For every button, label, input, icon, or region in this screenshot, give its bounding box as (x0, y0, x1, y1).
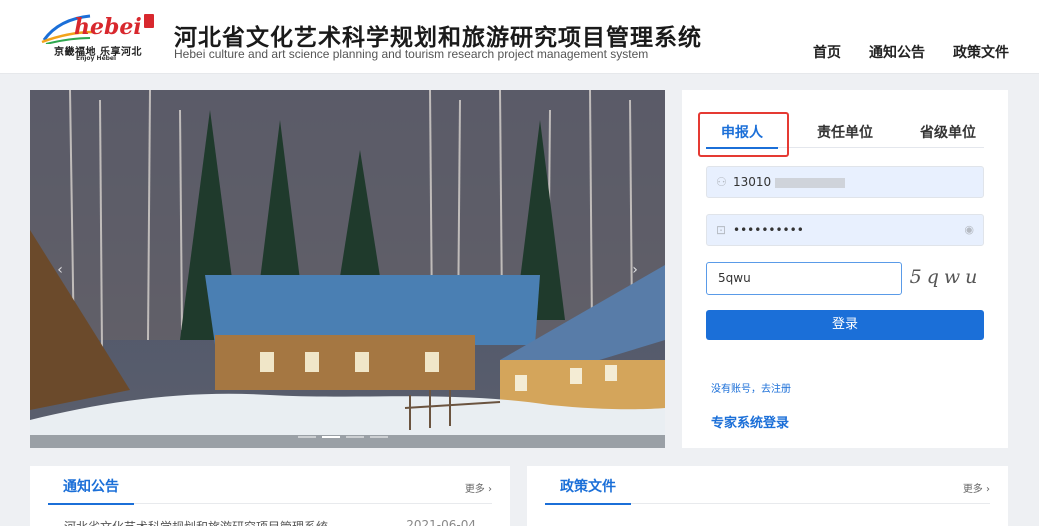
carousel-next-icon[interactable]: › (627, 262, 643, 278)
hebei-logo[interactable]: hebei 京畿福地 乐享河北 Enjoy Hebei (40, 10, 165, 66)
site-subtitle: Hebei culture and art science planning a… (174, 47, 649, 61)
password-value: •••••••••• (733, 223, 804, 237)
banner-image (30, 90, 665, 448)
notice-panel: 通知公告 更多 › 河北省文化艺术科学规划和旅游研究项目管理系统 2021-06… (30, 466, 510, 526)
notice-more-link[interactable]: 更多 › (465, 480, 492, 495)
notice-item-title: 河北省文化艺术科学规划和旅游研究项目管理系统 (64, 518, 328, 526)
carousel-prev-icon[interactable]: ‹ (52, 262, 68, 278)
tab-applicant[interactable]: 申报人 (706, 122, 778, 149)
eye-icon[interactable]: ◉ (964, 223, 974, 236)
captcha-image[interactable]: 5qwu (908, 260, 984, 294)
password-field[interactable]: ⊡ •••••••••• ◉ (706, 214, 984, 246)
policy-panel-title: 政策文件 (545, 476, 631, 505)
logo-subline: Enjoy Hebei (76, 55, 117, 62)
username-value: 13010 (733, 175, 772, 189)
nav-notices[interactable]: 通知公告 (869, 42, 925, 62)
lock-icon: ⊡ (716, 223, 727, 237)
notice-panel-header: 通知公告 更多 › (48, 466, 492, 505)
policy-panel-header: 政策文件 更多 › (545, 466, 990, 505)
user-icon: ⚇ (716, 175, 727, 189)
main-nav: 首页 通知公告 政策文件 (813, 42, 1009, 62)
register-link[interactable]: 没有账号，去注册 (711, 380, 791, 395)
list-item[interactable]: 河北省文化艺术科学规划和旅游研究项目管理系统 2021-06-04 (64, 518, 476, 526)
top-header: hebei 京畿福地 乐享河北 Enjoy Hebei 河北省文化艺术科学规划和… (0, 0, 1039, 74)
captcha-input[interactable]: 5qwu (706, 262, 902, 295)
nav-home[interactable]: 首页 (813, 42, 841, 62)
login-panel: 申报人 责任单位 省级单位 ⚇ 13010 ⊡ •••••••••• ◉ 5qw… (682, 90, 1008, 448)
nav-policies[interactable]: 政策文件 (953, 42, 1009, 62)
carousel-indicators (298, 436, 388, 438)
logo-word: hebei (74, 14, 142, 40)
redaction-mask (775, 177, 846, 188)
tab-responsible-unit[interactable]: 责任单位 (809, 122, 881, 148)
notice-panel-title: 通知公告 (48, 476, 134, 505)
carousel-dot[interactable] (370, 436, 388, 438)
policy-more-link[interactable]: 更多 › (963, 480, 990, 495)
expert-login-link[interactable]: 专家系统登录 (711, 412, 789, 431)
notice-item-date: 2021-06-04 (406, 518, 476, 526)
tab-provincial-unit[interactable]: 省级单位 (912, 122, 984, 148)
banner-carousel[interactable]: ‹ › (30, 90, 665, 448)
carousel-dot-active[interactable] (322, 436, 340, 438)
role-tabs: 申报人 责任单位 省级单位 (706, 122, 984, 149)
username-field[interactable]: ⚇ 13010 (706, 166, 984, 198)
login-button[interactable]: 登录 (706, 310, 984, 340)
logo-art: hebei (41, 14, 154, 44)
carousel-dot[interactable] (346, 436, 364, 438)
policy-panel: 政策文件 更多 › (527, 466, 1008, 526)
carousel-dot[interactable] (298, 436, 316, 438)
